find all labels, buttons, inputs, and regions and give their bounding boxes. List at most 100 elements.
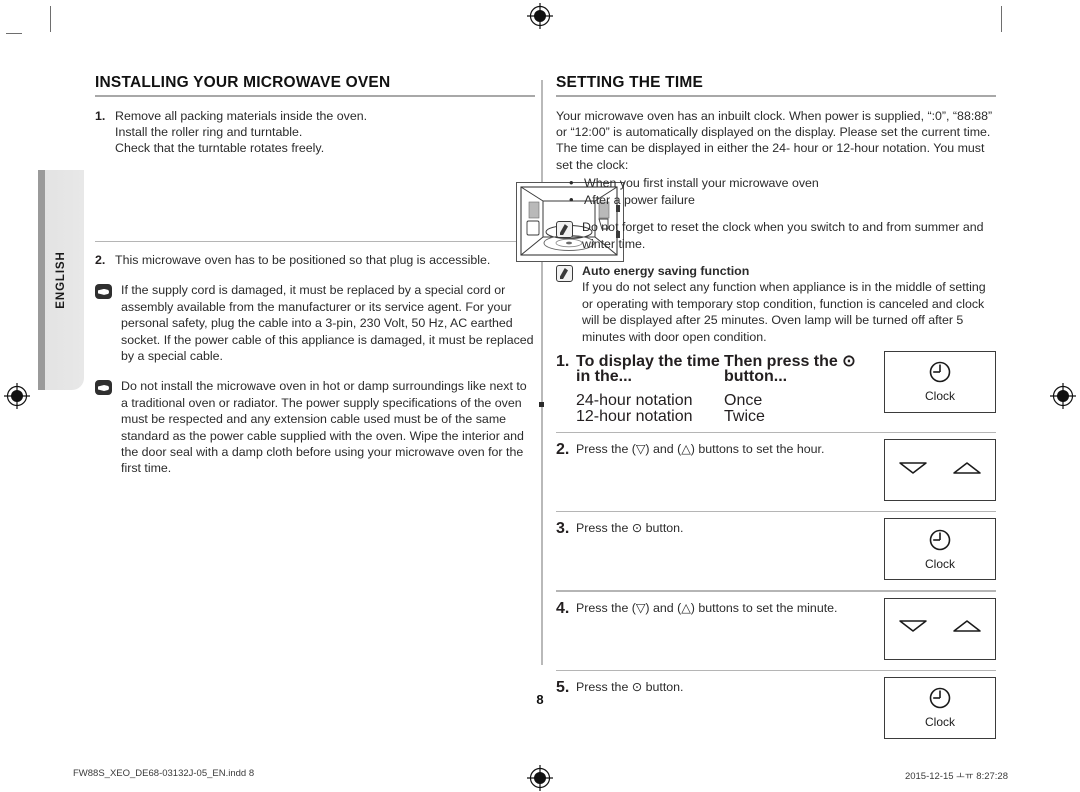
clock-button-label: Clock (924, 389, 955, 404)
notation-table-cell: Once (724, 391, 763, 409)
time-step-1-number: 1. (556, 352, 570, 370)
time-step-5-panel: Clock (884, 676, 996, 739)
time-step-1-panel: Clock (884, 350, 996, 413)
language-side-tab: ENGLISH (38, 170, 84, 390)
right-section-heading: SETTING THE TIME (556, 74, 704, 91)
arrow-buttons-panel[interactable] (884, 597, 996, 660)
clock-button-label: Clock (924, 556, 955, 571)
left-note-1-text: If the supply cord is damaged, it must b… (121, 283, 534, 364)
time-step-4-text: 4. Press the (▽) and (△) buttons to set … (556, 598, 878, 618)
note-pencil-icon (556, 263, 582, 345)
time-step-2-text: 2. Press the (▽) and (△) buttons to set … (556, 439, 878, 459)
crop-mark-left-top (6, 33, 22, 34)
crop-mark-top-left (50, 6, 51, 32)
column-divider-tick-bottom (539, 402, 544, 407)
time-step-rule-1 (556, 431, 996, 434)
left-note-1-body: If the supply cord is damaged, it must b… (121, 282, 535, 364)
registration-mark-bottom (527, 765, 553, 791)
time-step-1-text: 1. To display the time in the... 24-hour… (556, 351, 878, 426)
registration-mark-top (527, 3, 553, 29)
column-divider (541, 80, 543, 665)
clock-icon (928, 528, 952, 557)
install-step-1-line-1: Remove all packing materials inside the … (115, 108, 368, 123)
left-note-1: If the supply cord is damaged, it must b… (95, 282, 535, 364)
left-note-2-text: Do not install the microwave oven in hot… (121, 379, 527, 476)
time-step-2-label: Press the (▽) and (△) buttons to set the… (576, 442, 825, 457)
time-step-4-number: 4. (556, 599, 570, 617)
list-item: When you first install your microwave ov… (556, 174, 996, 192)
clock-button[interactable]: Clock (884, 676, 996, 739)
arrow-up-icon[interactable] (952, 461, 982, 480)
time-step-rule-4 (556, 669, 996, 671)
notation-table-header-right: Then press the ⊙ button... (724, 352, 856, 386)
install-step-2-text: This microwave oven has to be positioned… (115, 253, 491, 268)
right-note-2: Auto energy saving function If you do no… (556, 263, 996, 345)
notation-table: To display the time in the... 24-hour no… (576, 352, 878, 426)
pointing-hand-icon (95, 378, 121, 476)
install-step-2-body: This microwave oven has to be positioned… (115, 252, 535, 268)
pointing-hand-icon (95, 282, 121, 364)
arrow-down-icon[interactable] (898, 461, 928, 480)
arrow-down-icon[interactable] (898, 619, 928, 638)
time-step-3-panel: Clock (884, 518, 996, 581)
right-column: SETTING THE TIME Your microwave oven has… (556, 74, 996, 743)
time-step-3-text: 3. Press the ⊙ button. (556, 518, 878, 538)
footer-filename: FW88S_XEO_DE68-03132J-05_EN.indd 8 (73, 768, 255, 779)
page-number: 8 (536, 692, 544, 707)
setting-time-bullets: When you first install your microwave ov… (556, 174, 996, 209)
right-heading-rule (556, 95, 996, 97)
clock-button-label: Clock (924, 715, 955, 730)
left-rule-1 (95, 240, 535, 243)
install-step-1: 1. Remove all packing materials inside t… (95, 108, 535, 157)
right-note-1-body: Do not forget to reset the clock when yo… (582, 219, 996, 252)
left-section-heading: INSTALLING YOUR MICROWAVE OVEN (95, 74, 391, 91)
install-step-1-number: 1. (95, 108, 106, 123)
time-step-2: 2. Press the (▽) and (△) buttons to set … (556, 439, 996, 505)
setting-time-intro: Your microwave oven has an inbuilt clock… (556, 108, 993, 172)
right-note-1: Do not forget to reset the clock when yo… (556, 219, 996, 252)
time-step-rule-2 (556, 511, 996, 513)
time-step-2-number: 2. (556, 441, 570, 459)
clock-icon (928, 360, 952, 389)
right-note-1-text: Do not forget to reset the clock when yo… (582, 220, 984, 251)
notation-table-cell: 24-hour notation (576, 391, 693, 409)
install-step-2: 2. This microwave oven has to be positio… (95, 252, 535, 268)
notation-table-col-left: To display the time in the... 24-hour no… (576, 352, 724, 426)
footer-timestamp: 2015-12-15 ㅗㅠ 8:27:28 (904, 771, 1008, 782)
arrow-buttons-panel[interactable] (884, 439, 996, 502)
notation-table-header-left: To display the time in the... (576, 352, 720, 386)
time-step-1: 1. To display the time in the... 24-hour… (556, 350, 996, 426)
left-note-2: Do not install the microwave oven in hot… (95, 378, 535, 476)
install-step-2-number: 2. (95, 253, 106, 268)
crop-mark-top-right (1001, 6, 1002, 32)
time-step-5: 5. Press the ⊙ button. Clock (556, 676, 996, 743)
notation-table-cell: Twice (724, 408, 765, 426)
arrow-up-icon[interactable] (952, 619, 982, 638)
left-column: INSTALLING YOUR MICROWAVE OVEN 1. Remove… (95, 74, 624, 488)
install-step-1-body: Remove all packing materials inside the … (115, 108, 535, 157)
note-pencil-icon (556, 219, 582, 252)
right-note-2-body: Auto energy saving function If you do no… (582, 263, 996, 345)
left-heading-rule (95, 95, 535, 97)
notation-table-cell: 12-hour notation (576, 408, 693, 426)
time-step-4: 4. Press the (▽) and (△) buttons to set … (556, 597, 996, 664)
registration-mark-right (1050, 383, 1076, 409)
registration-mark-left (4, 383, 30, 409)
list-item: After a power failure (556, 191, 996, 209)
left-note-2-body: Do not install the microwave oven in hot… (121, 378, 535, 476)
time-step-3: 3. Press the ⊙ button. Clock (556, 518, 996, 584)
time-step-rule-3 (556, 590, 996, 592)
install-step-1-line-2: Install the roller ring and turntable. (115, 124, 303, 139)
time-step-4-panel (884, 597, 996, 660)
auto-energy-saving-title: Auto energy saving function (582, 263, 750, 278)
time-step-2-panel (884, 439, 996, 502)
language-side-tab-label: ENGLISH (55, 251, 67, 309)
clock-button[interactable]: Clock (884, 350, 996, 413)
manual-page: ENGLISH INSTALLING YOUR MICROWAVE OVEN 1… (0, 0, 1080, 792)
notation-table-col-right: Then press the ⊙ button... Once Twice (724, 352, 878, 426)
time-step-4-label: Press the (▽) and (△) buttons to set the… (576, 600, 838, 615)
time-step-3-label: Press the ⊙ button. (576, 521, 684, 536)
time-step-3-number: 3. (556, 520, 570, 538)
install-step-1-line-3: Check that the turntable rotates freely. (115, 141, 325, 156)
clock-button[interactable]: Clock (884, 518, 996, 581)
